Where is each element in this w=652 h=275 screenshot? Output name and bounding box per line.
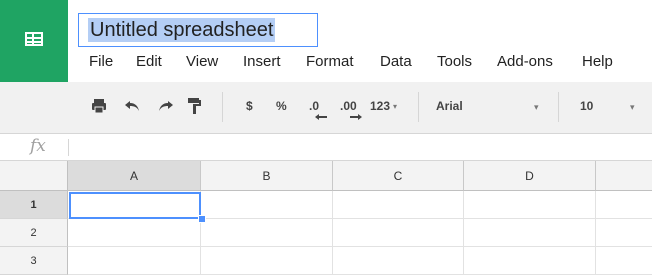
document-title-field[interactable]: Untitled spreadsheet xyxy=(78,13,318,47)
cell-d3[interactable] xyxy=(464,247,596,275)
row-header-1[interactable]: 1 xyxy=(0,191,68,219)
decrease-decimal-button[interactable]: .0 xyxy=(309,96,319,116)
fill-handle[interactable] xyxy=(198,215,206,223)
decrease-decimal-label: .0 xyxy=(309,99,320,113)
cell-c2[interactable] xyxy=(333,219,464,247)
cell-e2[interactable] xyxy=(596,219,652,247)
increase-decimal-button[interactable]: .00 xyxy=(340,96,357,116)
formula-input[interactable] xyxy=(74,138,648,157)
sheets-logo-icon[interactable] xyxy=(0,0,68,82)
menu-format[interactable]: Format xyxy=(306,53,354,70)
undo-icon[interactable] xyxy=(124,96,142,116)
chevron-down-icon: ▾ xyxy=(393,101,398,111)
row-header-3[interactable]: 3 xyxy=(0,247,68,275)
menu-edit[interactable]: Edit xyxy=(136,53,162,70)
sheet-grid-glyph xyxy=(25,32,43,46)
more-formats-label: 123 xyxy=(370,99,391,113)
print-icon[interactable] xyxy=(91,96,107,116)
chevron-down-icon[interactable]: ▾ xyxy=(534,102,539,113)
column-header-b[interactable]: B xyxy=(201,161,333,191)
font-family-select[interactable]: Arial xyxy=(436,96,463,116)
paint-format-icon[interactable] xyxy=(187,96,201,116)
fx-icon: fx xyxy=(30,136,46,156)
cell-c3[interactable] xyxy=(333,247,464,275)
document-title[interactable]: Untitled spreadsheet xyxy=(88,18,276,42)
menu-help[interactable]: Help xyxy=(582,53,613,70)
arrow-right-icon xyxy=(350,114,362,120)
row-header-2[interactable]: 2 xyxy=(0,219,68,247)
cell-b1[interactable] xyxy=(201,191,333,219)
currency-format-button[interactable]: $ xyxy=(246,96,253,116)
more-formats-button[interactable]: 123 ▾ xyxy=(370,96,397,116)
menu-data[interactable]: Data xyxy=(380,53,412,70)
menu-addons[interactable]: Add-ons xyxy=(497,53,553,70)
cell-d2[interactable] xyxy=(464,219,596,247)
column-header-c[interactable]: C xyxy=(333,161,464,191)
percent-format-button[interactable]: % xyxy=(276,96,287,116)
cell-e1[interactable] xyxy=(596,191,652,219)
arrow-left-icon xyxy=(315,114,327,120)
chevron-down-icon[interactable]: ▾ xyxy=(630,102,635,113)
font-family-value: Arial xyxy=(436,99,463,113)
select-all-corner[interactable] xyxy=(0,161,68,191)
cell-a3[interactable] xyxy=(68,247,201,275)
formula-separator xyxy=(68,139,69,156)
cell-e3[interactable] xyxy=(596,247,652,275)
active-cell-selection[interactable] xyxy=(69,192,201,219)
cell-b3[interactable] xyxy=(201,247,333,275)
column-header-e[interactable] xyxy=(596,161,652,191)
font-size-value: 10 xyxy=(580,99,594,113)
toolbar-separator xyxy=(558,92,559,122)
formula-bar: fx xyxy=(0,134,652,161)
menu-view[interactable]: View xyxy=(186,53,218,70)
cell-d1[interactable] xyxy=(464,191,596,219)
column-header-d[interactable]: D xyxy=(464,161,596,191)
cell-a2[interactable] xyxy=(68,219,201,247)
menu-file[interactable]: File xyxy=(89,53,113,70)
toolbar: $ % .0 .00 123 ▾ Arial ▾ 10 ▾ xyxy=(0,82,652,134)
toolbar-separator xyxy=(418,92,419,122)
spreadsheet-grid: A B C D 1 2 3 xyxy=(0,161,652,275)
increase-decimal-label: .00 xyxy=(340,99,357,113)
font-size-select[interactable]: 10 xyxy=(580,96,593,116)
column-header-a[interactable]: A xyxy=(68,161,201,191)
cell-c1[interactable] xyxy=(333,191,464,219)
menu-insert[interactable]: Insert xyxy=(243,53,281,70)
toolbar-separator xyxy=(222,92,223,122)
redo-icon[interactable] xyxy=(156,96,174,116)
cell-b2[interactable] xyxy=(201,219,333,247)
menu-tools[interactable]: Tools xyxy=(437,53,472,70)
